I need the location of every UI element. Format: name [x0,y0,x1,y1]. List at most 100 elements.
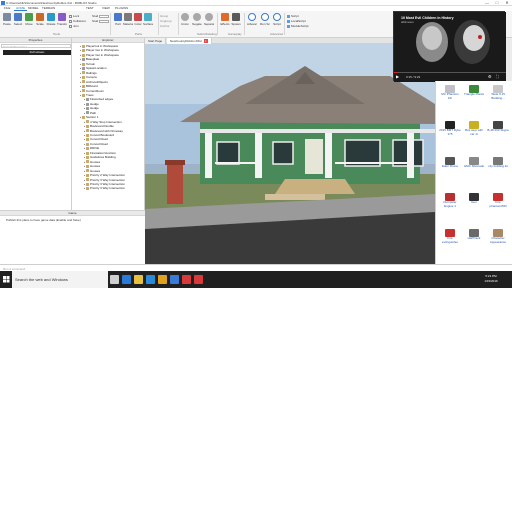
toolbox-item[interactable]: Eden Drone [439,157,461,177]
solid-negate[interactable]: Negate [192,13,202,30]
checkbox-lock[interactable]: Lock [69,14,79,18]
run-script-icon [261,13,269,21]
settings-icon[interactable]: ⚙ [488,74,492,79]
stud-input[interactable] [99,14,110,18]
toolbox-item-name: Character Appearance [489,237,507,244]
toolbox-item[interactable]: Bus stop with car 1t [463,121,485,141]
full-screen-bar[interactable]: Full screen [3,50,71,55]
output-panel: Game Publish this place to have game dat… [0,210,145,264]
explorer-row-label: PlayerGui in Workspace [86,44,119,48]
toolbox-item-name: HalfTrack [467,237,481,240]
toolbox-item[interactable]: city building kit [487,157,509,177]
model-icon [82,115,85,119]
checkbox-box[interactable] [69,19,72,23]
toolbox-item[interactable]: MC Phantom 16r [439,85,461,105]
insert-script[interactable]: Script [287,14,299,18]
group-tool-ungroup[interactable]: Ungroup [160,19,172,23]
checkbox-box[interactable] [69,14,72,18]
tool-label: Select [13,22,23,26]
toolbox-item[interactable]: 2015 BMT Ryke 175 [439,121,461,141]
document-tab-label: NewCountyRoblox.Rbxl [170,39,202,43]
gameplay-spawn[interactable]: Spawn [231,13,241,30]
roblox-icon[interactable] [194,275,203,284]
part-color[interactable]: Color [133,13,143,30]
part-material[interactable]: Material [123,13,133,30]
toolbox-item[interactable]: Fire phantomWM [487,193,509,213]
explorer-row-label: Priority 3 Way Intersection [90,186,125,191]
explorer-row-label: Boulevard Double [90,124,114,129]
toolbox-item[interactable]: GMC Silverado [463,157,485,177]
start-button[interactable] [0,271,12,288]
tool-rotate[interactable]: Rotate [46,13,56,30]
explorer-row-label: Player Gui in Workspace [86,52,119,57]
tool-move[interactable]: Move [24,13,34,30]
system-clock[interactable]: 5:21 PM 1/15/2016 [481,274,501,284]
app-icon[interactable] [182,275,191,284]
play-icon[interactable]: ▶ [396,74,399,79]
tab-close-icon[interactable]: × [203,39,208,43]
advanced-objects-icon [248,13,256,21]
mail-icon[interactable] [170,275,179,284]
group-tool-group[interactable]: Group [160,14,168,18]
advanced-1[interactable]: Run Script [260,13,270,30]
windows-taskbar: Search the web and Windows 5:21 PM 1/15/… [0,271,512,288]
toolbox-item[interactable]: Triangle Plants [463,85,485,105]
explorer-row[interactable]: ▸ Priority 3 Way Intersection [84,186,125,190]
tool-select[interactable]: Select [13,13,23,30]
gameplay-effects[interactable]: Effects [220,13,230,30]
toolbox-item[interactable]: Dumpster Engine 1 [439,193,461,213]
stud-input[interactable] [99,19,110,23]
toolbox-thumbnail [493,193,503,201]
stud-field[interactable]: Stud [92,14,110,18]
toolbox-item[interactable]: Character Appearance [487,229,509,249]
advanced-2[interactable]: Script [272,13,282,30]
command-bar[interactable]: Run a command [0,264,512,271]
solid-union[interactable]: Union [180,13,190,30]
checkbox-box[interactable] [69,24,72,28]
explorer-row-label: Curved Road [90,137,108,142]
paste-icon [3,13,11,21]
insert-modulescript[interactable]: ModuleScript [287,24,309,28]
toolbox-item[interactable]: B-48 200 Skypa [487,121,509,141]
tool-scale[interactable]: Scale [35,13,45,30]
model-icon [82,44,85,48]
script-icon [287,14,290,18]
toolbox-thumbnail [469,85,479,93]
video-progress-bar[interactable] [394,72,506,73]
toolbox-item[interactable]: Taste 9 15 Building... [487,85,509,105]
solid-separate[interactable]: Separate [204,13,214,30]
explorer-row-label: Player Gui in Workspace [86,48,119,53]
file-explorer-icon[interactable] [134,275,143,284]
chrome-icon[interactable] [158,275,167,284]
toolbox-item[interactable]: Gun [463,193,485,213]
toolbox-item[interactable]: Fire extinguisher [439,229,461,249]
toolbox-thumbnail [469,193,479,201]
tool-paste[interactable]: Paste [2,13,12,30]
edge-icon[interactable] [122,275,131,284]
explorer-row-label: Boulevard with Driveway [90,128,123,133]
insert-localscript[interactable]: LocalScript [287,19,306,23]
group-tool-anchor[interactable]: Anchor [160,24,170,28]
game-viewport[interactable]: Start Page NewCountyRoblox.Rbxl × [145,38,435,264]
advanced-0[interactable]: Advanced Objects [247,13,257,30]
video-overlay[interactable]: 10 Most Evil Children in History alltime… [393,11,506,82]
part-surface[interactable]: Surface [143,13,153,30]
part-part[interactable]: Part [113,13,123,30]
fullscreen-icon[interactable]: ⛶ [496,74,499,79]
stud-field[interactable]: Stud [92,19,110,23]
toolbox-item[interactable]: HalfTrack [463,229,485,249]
taskbar-search-box[interactable]: Search the web and Windows [12,271,108,288]
toolbox-item-name: Gun [471,201,477,204]
tool-transform[interactable]: Transform [57,13,67,30]
document-tab-label: Start Page [148,39,163,43]
checkbox-join[interactable]: Join [69,24,79,28]
command-input[interactable]: Run a command [3,267,25,271]
store-icon[interactable] [146,275,155,284]
video-time: 0:15 / 9:23 [406,75,421,79]
3d-scene[interactable] [145,44,435,264]
task-view-icon[interactable] [110,275,119,284]
checkbox-label: Lock [73,14,80,18]
properties-filter-input[interactable]: Search Properties [1,44,71,48]
checkbox-collisions[interactable]: Collisions [69,19,86,23]
material-icon [124,13,132,21]
